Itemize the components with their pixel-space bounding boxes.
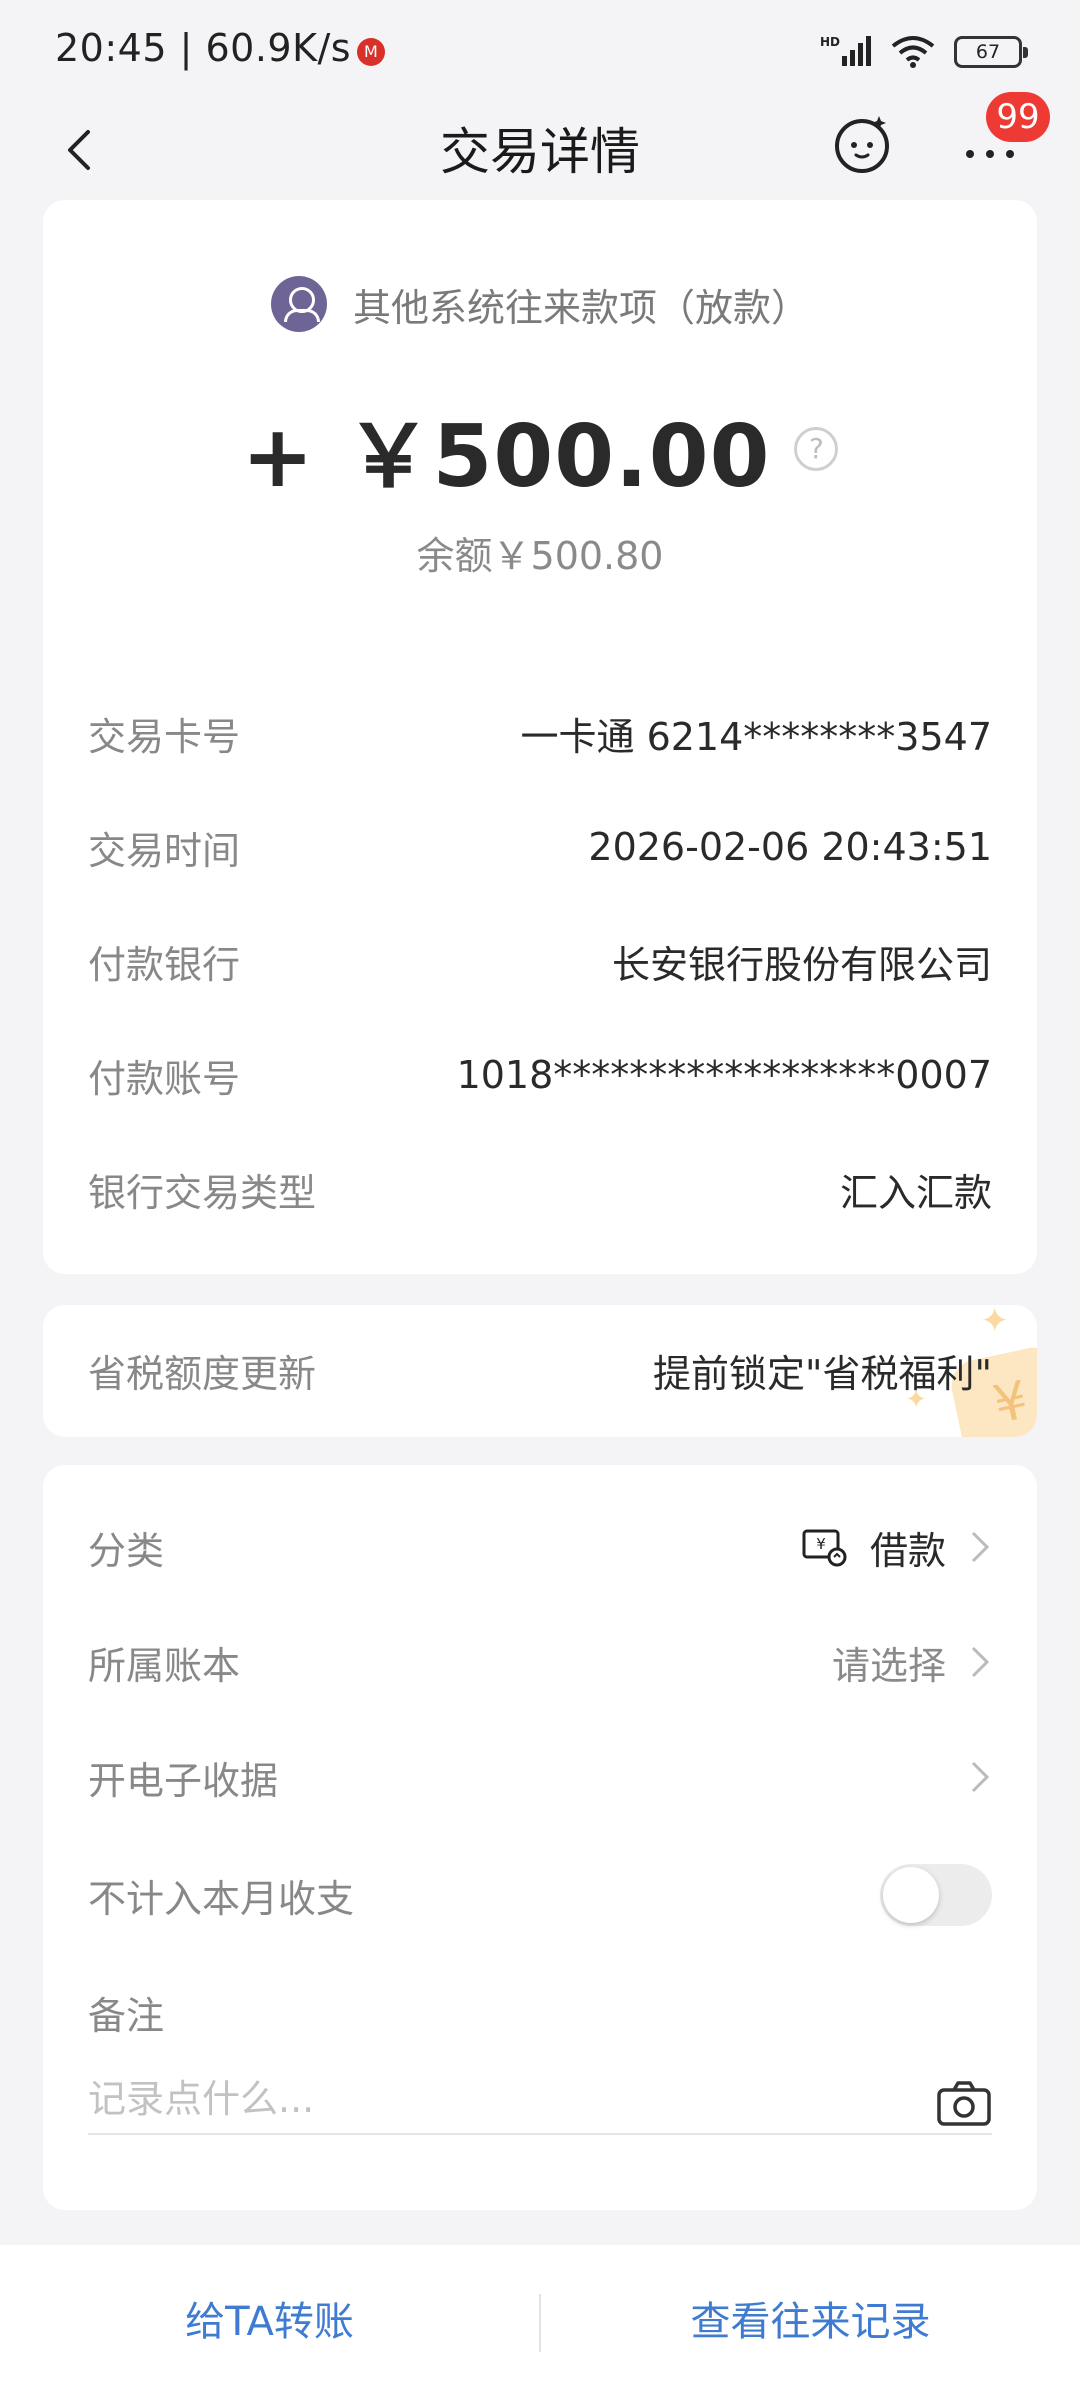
status-time: 20:45 | 60.9K/s M: [55, 26, 386, 70]
camera-icon[interactable]: [936, 2080, 992, 2128]
detail-row-card-number: 交易卡号 一卡通 6214********3547: [88, 703, 992, 763]
detail-value: 长安银行股份有限公司: [611, 942, 992, 987]
nav-bar: 交易详情 99: [0, 92, 1080, 200]
category-row[interactable]: 分类 ¥ 借款: [88, 1512, 992, 1582]
status-bar: 20:45 | 60.9K/s M HD 67: [0, 0, 1080, 100]
ledger-value: 请选择: [831, 1643, 946, 1688]
transaction-amount: + ￥500.00: [241, 407, 771, 507]
detail-row-payer-account: 付款账号 1018******************0007: [88, 1045, 992, 1105]
settings-card: 分类 ¥ 借款 所属账本 请选择 开电子收据 不计入本月收支 备注 记录点什么.…: [43, 1465, 1037, 2210]
battery-icon: 67: [954, 36, 1028, 68]
detail-row-payer-bank: 付款银行 长安银行股份有限公司: [88, 931, 992, 991]
ledger-label: 所属账本: [88, 1643, 241, 1688]
exclude-month-toggle[interactable]: [880, 1864, 992, 1926]
status-icons: HD 67: [820, 32, 1028, 72]
detail-value: 1018******************0007: [456, 1053, 992, 1097]
detail-row-transaction-type: 银行交易类型 汇入汇款: [88, 1159, 992, 1219]
loan-category-icon: ¥: [802, 1529, 847, 1567]
signal-icon: HD: [820, 35, 871, 66]
exclude-month-row: 不计入本月收支: [88, 1860, 992, 1930]
svg-text:HD: HD: [820, 35, 840, 49]
detail-label: 付款银行: [88, 942, 241, 987]
network-logo-icon: M: [357, 38, 386, 66]
detail-value: 一卡通 6214********3547: [520, 714, 993, 759]
avatar-icon: [270, 276, 327, 332]
promo-value: 提前锁定"省税福利": [653, 1352, 992, 1396]
chevron-right-icon: [971, 1761, 990, 1793]
help-icon[interactable]: ?: [794, 426, 839, 471]
memo-input[interactable]: [88, 2065, 992, 2135]
e-receipt-row[interactable]: 开电子收据: [88, 1742, 992, 1812]
tax-promo-banner[interactable]: ✦ ✦ ¥ 省税额度更新 提前锁定"省税福利": [43, 1305, 1037, 1437]
sparkle-icon: ✦: [980, 1305, 1010, 1341]
transaction-card: 其他系统往来款项（放款） + ￥500.00 ? 余额￥500.80 交易卡号 …: [43, 200, 1037, 1274]
ledger-row[interactable]: 所属账本 请选择: [88, 1627, 992, 1697]
detail-value: 汇入汇款: [839, 1170, 992, 1215]
chevron-right-icon: [971, 1531, 990, 1563]
category-label: 分类: [88, 1528, 165, 1573]
category-value: 借款: [869, 1528, 946, 1573]
svg-text:¥: ¥: [816, 1535, 826, 1553]
page-title: 交易详情: [440, 123, 640, 181]
detail-label: 付款账号: [88, 1056, 241, 1101]
balance-text: 余额￥500.80: [416, 534, 664, 578]
bottom-action-bar: 给TA转账 查看往来记录: [0, 2245, 1080, 2400]
detail-row-time: 交易时间 2026-02-06 20:43:51: [88, 817, 992, 877]
memo-label: 备注: [88, 1994, 165, 2038]
chevron-right-icon: [971, 1646, 990, 1678]
promo-label: 省税额度更新: [88, 1352, 317, 1396]
assistant-icon[interactable]: [832, 110, 892, 174]
view-history-button[interactable]: 查看往来记录: [541, 2245, 1080, 2400]
exclude-month-label: 不计入本月收支: [88, 1876, 355, 1921]
transfer-button[interactable]: 给TA转账: [0, 2245, 539, 2400]
counterparty-name: 其他系统往来款项（放款）: [352, 285, 809, 330]
detail-label: 交易时间: [88, 828, 241, 873]
counterparty: 其他系统往来款项（放款）: [43, 276, 1037, 332]
notification-badge: 99: [986, 92, 1050, 142]
toggle-knob: [883, 1867, 939, 1923]
wifi-icon: [891, 36, 935, 68]
detail-label: 银行交易类型: [88, 1170, 317, 1215]
e-receipt-label: 开电子收据: [88, 1758, 279, 1803]
detail-label: 交易卡号: [88, 714, 241, 759]
detail-value: 2026-02-06 20:43:51: [588, 825, 992, 869]
amount-row: + ￥500.00 ?: [43, 386, 1037, 511]
